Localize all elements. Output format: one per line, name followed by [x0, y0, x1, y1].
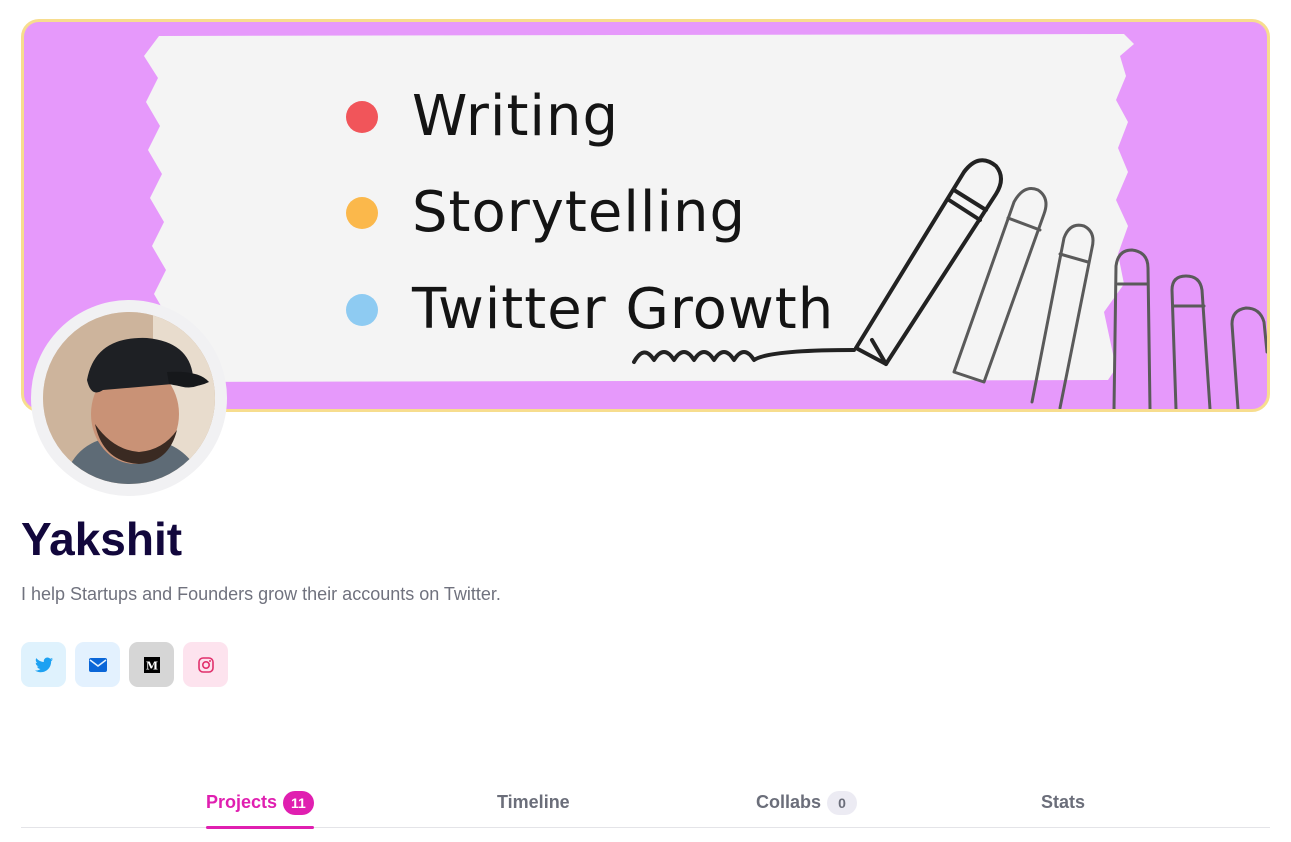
tab-collabs[interactable]: Collabs 0: [756, 778, 858, 827]
twitter-icon: [34, 657, 53, 672]
tab-label: Projects: [206, 792, 278, 812]
profile-name: Yakshit: [21, 513, 183, 565]
collabs-count-badge: 0: [827, 790, 858, 815]
twitter-link-button[interactable]: [21, 642, 66, 687]
avatar-ring: [31, 300, 227, 496]
banner-item-storytelling: Storytelling: [346, 185, 746, 241]
projects-count-badge: 11: [283, 790, 314, 815]
medium-link-button[interactable]: M: [129, 642, 174, 687]
profile-tabs: Projects 11 Timeline Collabs 0 Stats: [21, 778, 1270, 829]
banner-item-twitter-growth: Twitter Growth: [346, 282, 834, 338]
tab-label: Stats: [1041, 792, 1086, 812]
banner-item-label: Storytelling: [412, 180, 747, 245]
instagram-icon: [197, 656, 214, 673]
tab-stats[interactable]: Stats: [1041, 778, 1085, 827]
avatar-illustration: [43, 312, 215, 484]
tab-label: Timeline: [497, 792, 570, 812]
profile-bio: I help Startups and Founders grow their …: [21, 584, 501, 604]
blue-dot-icon: [346, 294, 378, 326]
banner-item-writing: Writing: [346, 89, 619, 145]
tab-projects[interactable]: Projects 11: [206, 778, 314, 829]
banner-item-label: Writing: [412, 84, 619, 149]
red-dot-icon: [346, 101, 378, 133]
instagram-link-button[interactable]: [183, 642, 228, 687]
banner-item-label: Twitter Growth: [412, 277, 835, 342]
mail-icon: [88, 657, 107, 672]
svg-text:M: M: [145, 659, 157, 672]
avatar[interactable]: [43, 312, 215, 484]
email-link-button[interactable]: [75, 642, 120, 687]
tab-timeline[interactable]: Timeline: [497, 778, 570, 827]
tab-label: Collabs: [756, 792, 822, 812]
orange-dot-icon: [346, 197, 378, 229]
social-links: M: [21, 642, 228, 687]
medium-icon: M: [143, 656, 160, 673]
